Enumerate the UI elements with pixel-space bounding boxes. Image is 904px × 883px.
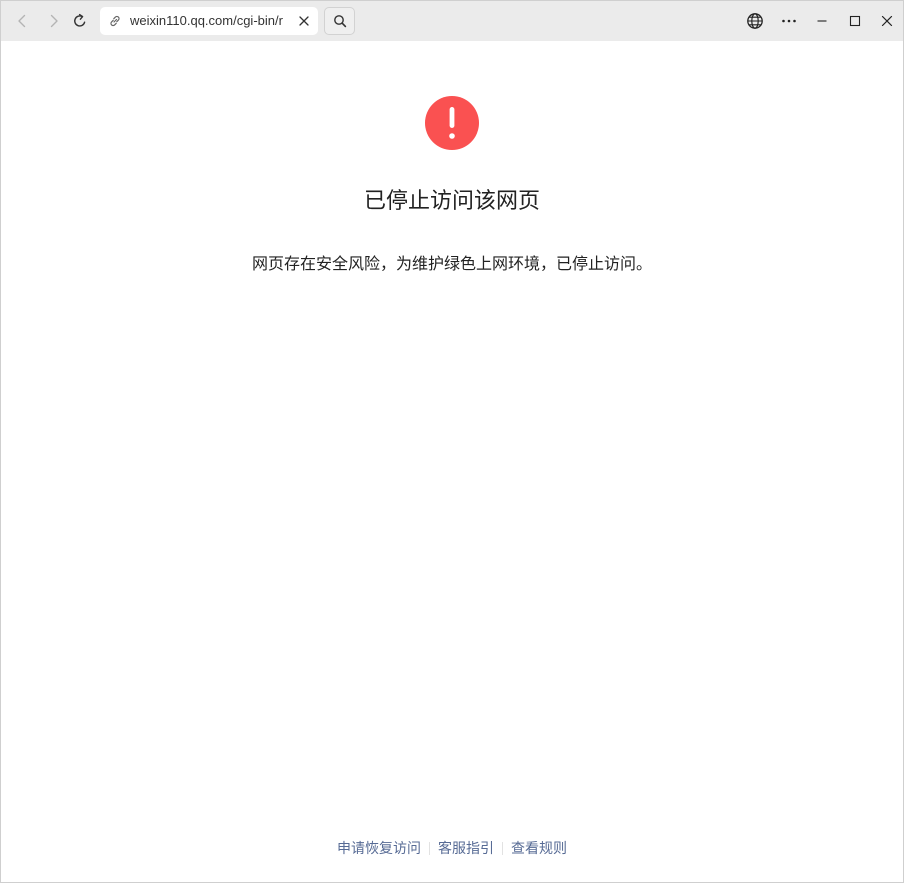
forward-button[interactable] bbox=[40, 7, 68, 35]
link-icon bbox=[110, 15, 120, 27]
page-title: 已停止访问该网页 bbox=[363, 189, 540, 214]
maximize-icon bbox=[849, 15, 861, 27]
footer-links: 申请恢复访问 客服指引 查看规则 bbox=[1, 836, 903, 860]
url-text[interactable]: weixin110.qq.com/cgi-bin/r bbox=[130, 7, 292, 35]
globe-icon bbox=[747, 13, 763, 29]
footer-divider bbox=[429, 841, 430, 855]
warning-icon bbox=[425, 96, 479, 150]
window-close-button[interactable] bbox=[873, 7, 901, 35]
reload-icon bbox=[74, 13, 86, 27]
page-content: 已停止访问该网页 网页存在安全风险，为维护绿色上网环境，已停止访问。 申请恢复访… bbox=[1, 41, 903, 882]
footer-divider bbox=[502, 841, 503, 855]
forward-arrow-icon bbox=[50, 14, 58, 28]
customer-service-guide-link[interactable]: 客服指引 bbox=[438, 838, 494, 858]
more-button[interactable] bbox=[775, 7, 803, 35]
browser-toolbar: weixin110.qq.com/cgi-bin/r bbox=[1, 1, 903, 41]
address-bar[interactable]: weixin110.qq.com/cgi-bin/r bbox=[100, 7, 318, 35]
window-close-icon bbox=[881, 15, 893, 27]
minimize-icon bbox=[817, 20, 827, 22]
search-button[interactable] bbox=[324, 7, 355, 35]
view-rules-link[interactable]: 查看规则 bbox=[511, 838, 567, 858]
back-arrow-icon bbox=[18, 14, 26, 28]
back-button[interactable] bbox=[8, 7, 36, 35]
reload-button[interactable] bbox=[66, 7, 94, 35]
browser-window: weixin110.qq.com/cgi-bin/r 已停止访问该网页 网页存在… bbox=[0, 0, 904, 883]
apply-restore-access-link[interactable]: 申请恢复访问 bbox=[337, 838, 421, 858]
search-icon bbox=[333, 15, 346, 28]
minimize-button[interactable] bbox=[808, 7, 836, 35]
close-icon[interactable] bbox=[297, 14, 311, 28]
page-description: 网页存在安全风险，为维护绿色上网环境，已停止访问。 bbox=[251, 254, 652, 273]
more-dots-icon bbox=[782, 19, 796, 23]
maximize-button[interactable] bbox=[841, 7, 869, 35]
globe-button[interactable] bbox=[741, 7, 769, 35]
